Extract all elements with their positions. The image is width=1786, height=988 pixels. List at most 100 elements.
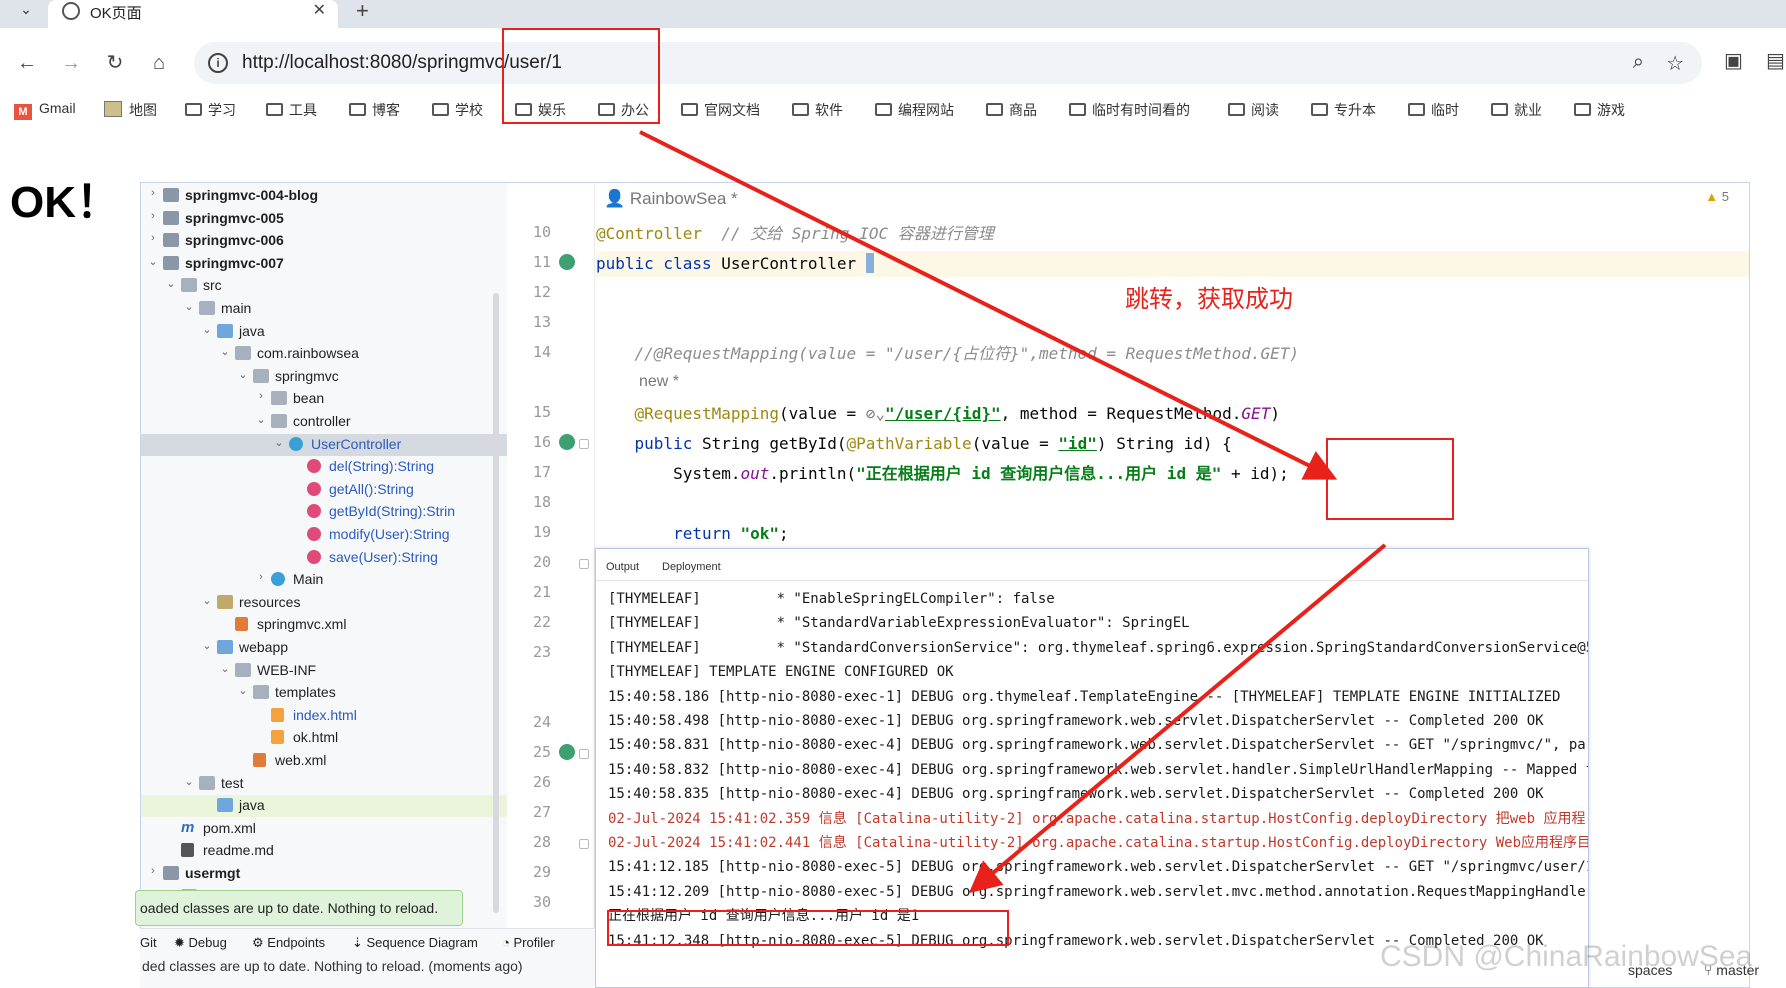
tree-item[interactable]: ⌄ springmvc bbox=[141, 366, 507, 388]
tree-item[interactable]: ⌄ WEB-INF bbox=[141, 660, 507, 682]
tab-search-chevron-icon[interactable]: ⌄ bbox=[12, 0, 40, 22]
tab-deployment[interactable]: Deployment bbox=[662, 561, 721, 573]
expand-chevron-icon[interactable]: ⌄ bbox=[219, 345, 231, 358]
bookmark-folder[interactable]: 工具 bbox=[266, 100, 317, 122]
forward-arrow-icon[interactable]: → bbox=[58, 50, 84, 76]
tree-item[interactable]: ⌄ webapp bbox=[141, 637, 507, 659]
tree-item[interactable]: ⌄ java bbox=[141, 321, 507, 343]
bookmark-folder[interactable]: 就业 bbox=[1491, 100, 1542, 122]
tree-item[interactable]: ⌄ com.rainbowsea bbox=[141, 343, 507, 365]
tree-item[interactable]: modify(User):String bbox=[141, 524, 507, 546]
bookmark-folder[interactable]: 官网文档 bbox=[681, 100, 760, 122]
site-info-icon[interactable]: i bbox=[208, 53, 228, 73]
bookmark-folder[interactable]: 办公 bbox=[598, 100, 649, 122]
folder-icon bbox=[1228, 103, 1245, 116]
bookmark-folder[interactable]: 专升本 bbox=[1311, 100, 1376, 122]
expand-chevron-icon[interactable]: ⌄ bbox=[183, 775, 195, 788]
tree-item[interactable]: ⌄ resources bbox=[141, 592, 507, 614]
tree-item[interactable]: ⌄ controller bbox=[141, 411, 507, 433]
tree-item[interactable]: del(String):String bbox=[141, 456, 507, 478]
bookmark-folder[interactable]: 软件 bbox=[792, 100, 843, 122]
tab-sequence-diagram[interactable]: ⇣ Sequence Diagram bbox=[352, 935, 478, 951]
endpoint-gutter-icon[interactable] bbox=[559, 744, 575, 760]
fold-marker[interactable] bbox=[579, 439, 589, 449]
tab-git[interactable]: Git bbox=[140, 935, 157, 950]
reload-icon[interactable]: ↻ bbox=[102, 50, 128, 76]
tree-item[interactable]: ⌄ springmvc-007 bbox=[141, 253, 507, 275]
close-icon[interactable]: ✕ bbox=[313, 0, 326, 20]
tree-item[interactable]: › usermgt bbox=[141, 863, 507, 885]
bookmark-folder[interactable]: 博客 bbox=[349, 100, 400, 122]
tree-item[interactable]: ⌄ main bbox=[141, 298, 507, 320]
expand-chevron-icon[interactable]: ⌄ bbox=[165, 277, 177, 290]
tree-item[interactable]: › springmvc-005 bbox=[141, 208, 507, 230]
tree-item[interactable]: getAll():String bbox=[141, 479, 507, 501]
bookmark-folder[interactable]: 游戏 bbox=[1574, 100, 1625, 122]
expand-chevron-icon[interactable]: › bbox=[147, 865, 159, 877]
expand-chevron-icon[interactable]: ⌄ bbox=[201, 323, 213, 336]
home-icon[interactable]: ⌂ bbox=[146, 50, 172, 76]
expand-chevron-icon[interactable]: ⌄ bbox=[147, 255, 159, 268]
expand-chevron-icon[interactable]: ⌄ bbox=[201, 639, 213, 652]
bookmark-map[interactable]: 地图 bbox=[104, 100, 157, 122]
expand-chevron-icon[interactable]: › bbox=[255, 571, 267, 583]
tree-item[interactable]: index.html bbox=[141, 705, 507, 727]
fold-marker[interactable] bbox=[579, 559, 589, 569]
tree-item[interactable]: ok.html bbox=[141, 727, 507, 749]
fold-marker[interactable] bbox=[579, 749, 589, 759]
fold-marker[interactable] bbox=[579, 839, 589, 849]
tree-item[interactable]: ⌄ test bbox=[141, 773, 507, 795]
tree-item[interactable]: › Main bbox=[141, 569, 507, 591]
bookmark-folder[interactable]: 临时 bbox=[1408, 100, 1459, 122]
tree-item[interactable]: ⌄ templates bbox=[141, 682, 507, 704]
expand-chevron-icon[interactable]: ⌄ bbox=[183, 300, 195, 313]
tree-item[interactable]: ⌄ src bbox=[141, 275, 507, 297]
tree-item[interactable]: java bbox=[141, 795, 507, 818]
expand-chevron-icon[interactable]: ⌄ bbox=[237, 684, 249, 697]
browser-tab-active[interactable]: OK页面 ✕ bbox=[48, 0, 338, 28]
tree-item[interactable]: › bean bbox=[141, 388, 507, 410]
tree-item[interactable]: web.xml bbox=[141, 750, 507, 772]
bookmark-folder[interactable]: 临时有时间看的 bbox=[1069, 100, 1190, 122]
address-bar[interactable]: i http://localhost:8080/springmvc/user/1… bbox=[194, 42, 1702, 84]
bookmark-folder[interactable]: 阅读 bbox=[1228, 100, 1279, 122]
expand-chevron-icon[interactable]: ⌄ bbox=[201, 594, 213, 607]
url-text[interactable]: http://localhost:8080/springmvc/user/1 bbox=[242, 52, 562, 74]
extensions-icon[interactable]: ▤ bbox=[1766, 48, 1785, 73]
tree-item[interactable]: readme.md bbox=[141, 840, 507, 862]
bookmark-folder[interactable]: 编程网站 bbox=[875, 100, 954, 122]
bookmark-star-icon[interactable]: ☆ bbox=[1666, 51, 1684, 76]
tab-debug[interactable]: ✹ Debug bbox=[174, 935, 227, 951]
tab-profiler[interactable]: ◔ Profiler bbox=[502, 935, 555, 950]
expand-chevron-icon[interactable]: ⌄ bbox=[219, 662, 231, 675]
warnings-indicator[interactable]: ▲ 5 bbox=[1705, 189, 1729, 204]
bookmark-folder[interactable]: 学校 bbox=[432, 100, 483, 122]
tree-item[interactable]: m pom.xml bbox=[141, 818, 507, 840]
tree-scrollbar[interactable] bbox=[493, 293, 499, 913]
expand-chevron-icon[interactable]: › bbox=[147, 210, 159, 222]
tab-output[interactable]: Output bbox=[606, 561, 639, 573]
tree-item[interactable]: getById(String):Strin bbox=[141, 501, 507, 523]
side-panel-icon[interactable]: ▣ bbox=[1724, 48, 1743, 73]
expand-chevron-icon[interactable]: ⌄ bbox=[237, 368, 249, 381]
expand-chevron-icon[interactable]: › bbox=[147, 232, 159, 244]
bean-gutter-icon[interactable] bbox=[559, 254, 575, 270]
tab-endpoints[interactable]: ⚙ Endpoints bbox=[252, 935, 325, 951]
new-tab-plus-icon[interactable]: + bbox=[356, 0, 369, 24]
tree-item[interactable]: › springmvc-004-blog bbox=[141, 185, 507, 207]
expand-chevron-icon[interactable]: › bbox=[147, 187, 159, 199]
expand-chevron-icon[interactable]: › bbox=[255, 390, 267, 402]
bookmark-folder[interactable]: 娱乐 bbox=[515, 100, 566, 122]
tree-item[interactable]: springmvc.xml bbox=[141, 614, 507, 636]
tree-item[interactable]: save(User):String bbox=[141, 547, 507, 569]
back-arrow-icon[interactable]: ← bbox=[14, 50, 40, 76]
tree-item[interactable]: › springmvc-006 bbox=[141, 230, 507, 252]
expand-chevron-icon[interactable]: ⌄ bbox=[273, 436, 285, 449]
bookmark-gmail[interactable]: M Gmail bbox=[14, 100, 76, 122]
expand-chevron-icon[interactable]: ⌄ bbox=[255, 413, 267, 426]
bookmark-folder[interactable]: 商品 bbox=[986, 100, 1037, 122]
tree-item[interactable]: ⌄ UserController bbox=[141, 433, 507, 456]
endpoint-gutter-icon[interactable] bbox=[559, 434, 575, 450]
bookmark-folder[interactable]: 学习 bbox=[185, 100, 236, 122]
zoom-icon[interactable]: ⌕ bbox=[1633, 51, 1644, 74]
